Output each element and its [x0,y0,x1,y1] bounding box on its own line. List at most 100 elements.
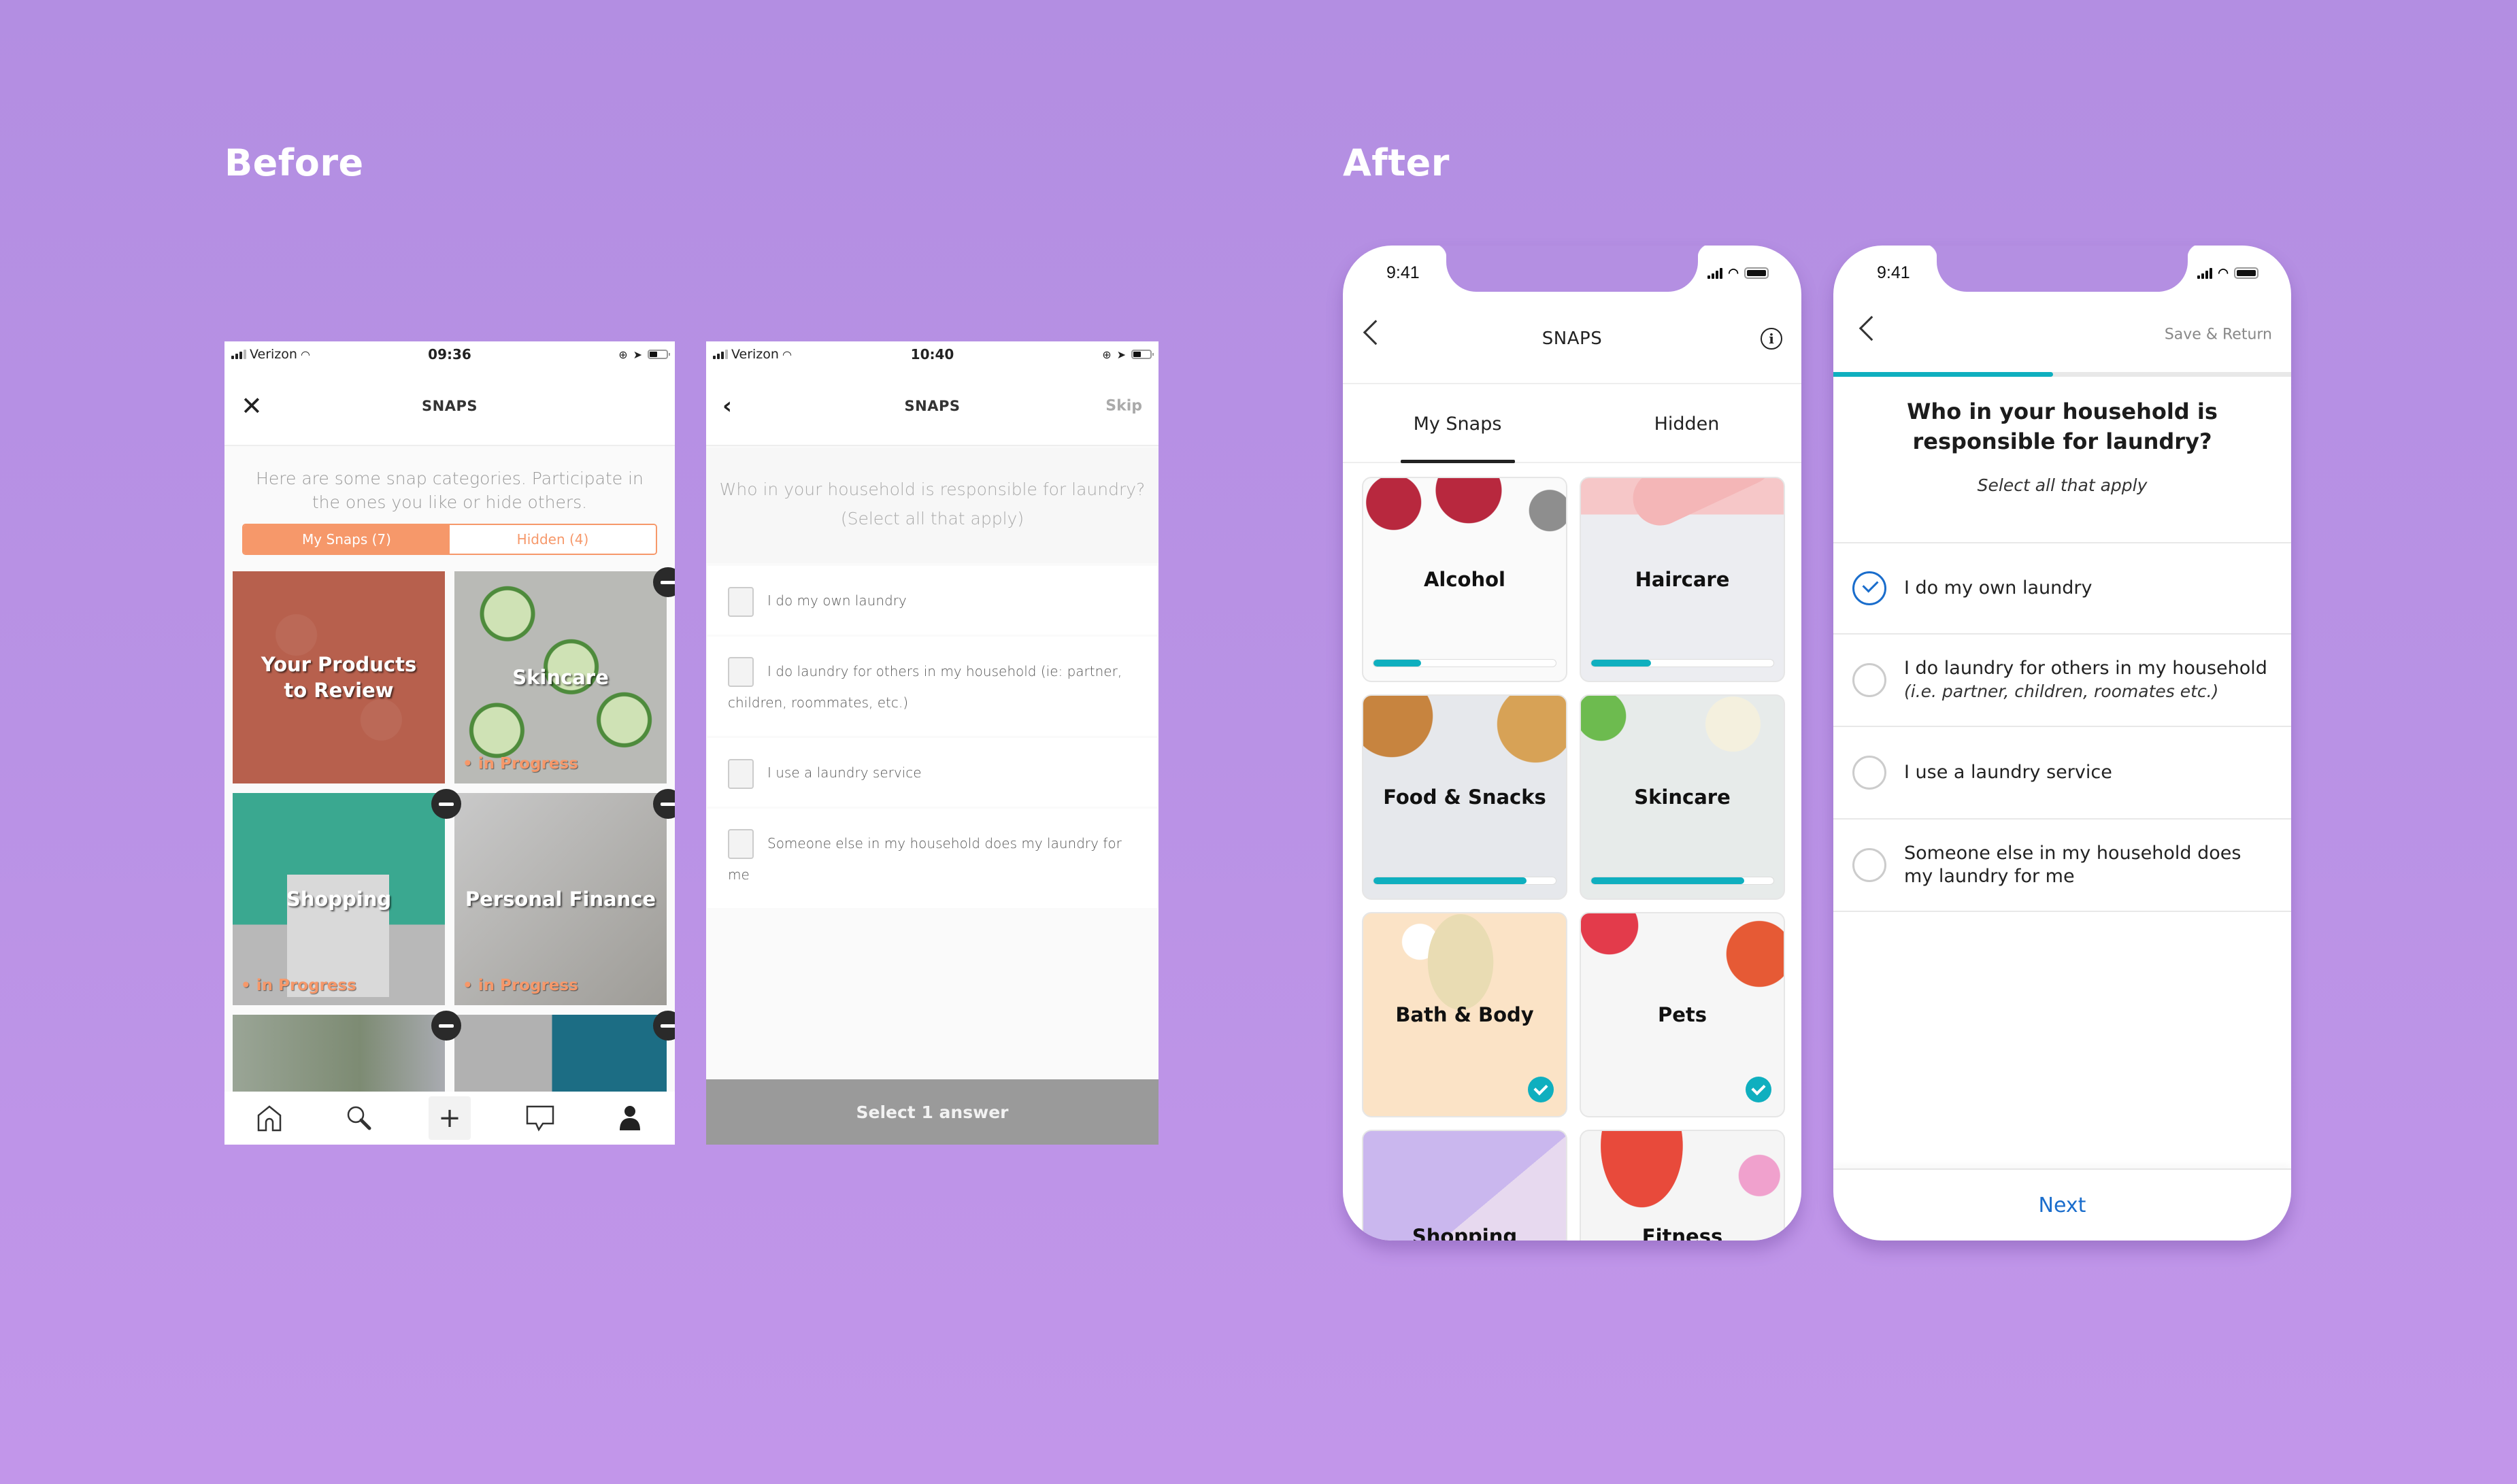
card-fitness[interactable]: Fitness [1580,1130,1785,1241]
nav-bar: ‹ SNAPS Skip [706,367,1159,446]
radio-icon[interactable] [1852,756,1886,790]
checkbox[interactable] [728,586,754,617]
profile-icon[interactable] [610,1098,650,1139]
card-shopping[interactable]: Shopping [1362,1130,1567,1241]
tile-label: Skincare [512,666,609,689]
location-icon: ➤ [1116,348,1126,361]
tile-label: Shopping [286,888,392,911]
option-label: I do my own laundry [767,592,907,609]
option-own-laundry[interactable]: I do my own laundry [1833,543,2291,635]
tile-label: Personal Finance [465,888,656,911]
carrier-label: Verizon [731,347,779,362]
option-label: I do laundry for others in my household … [728,662,1122,711]
signal-icon [2197,267,2213,279]
card-label: Bath & Body [1395,1003,1534,1026]
tile-skincare[interactable]: Skincare • in Progress [454,571,667,783]
after-heading: After [1343,141,1450,184]
checked-radio-icon[interactable] [1852,571,1886,605]
card-alcohol[interactable]: Alcohol [1362,477,1567,682]
tab-hidden[interactable]: Hidden (4) [450,525,656,554]
option-label: Someone else in my household does my lau… [1904,843,2241,887]
tile-shopping[interactable]: Shopping • in Progress [233,793,445,1005]
tile-status: • in Progress [463,755,578,773]
radio-icon[interactable] [1852,848,1886,882]
before-heading: Before [224,141,364,184]
options-list: I do my own laundry I do laundry for oth… [1833,542,2291,912]
tab-my-snaps[interactable]: My Snaps (7) [244,525,450,554]
check-icon [1746,1077,1771,1102]
intro-section: Here are some snap categories. Participa… [224,448,675,570]
option-laundry-for-others[interactable]: I do laundry for others in my household(… [1833,635,2291,727]
back-icon[interactable]: ‹ [722,394,732,418]
card-label: Fitness [1641,1225,1723,1241]
tile-your-products[interactable]: Your Products to Review [233,571,445,783]
plus-icon[interactable]: + [429,1096,471,1140]
save-return-button[interactable]: Save & Return [2165,326,2272,343]
survey-progress-fill [1833,372,2054,377]
back-icon[interactable] [1858,316,1884,341]
wifi-icon: ◠ [2218,266,2229,280]
tile-status: • in Progress [241,977,356,994]
before-snaps-screen: Verizon ◠ 09:36 ⊕ ➤ ✕ SNAPS Here are som… [224,341,675,1145]
battery-icon [648,350,670,359]
before-question-screen: Verizon ◠ 10:40 ⊕ ➤ ‹ SNAPS Skip Who in … [706,341,1159,1145]
after-snaps-screen: 9:41 ◠ SNAPS i My Snaps Hidden Alcohol H… [1343,246,1801,1241]
device-notch [1923,246,2201,292]
card-pets[interactable]: Pets [1580,912,1785,1117]
nav-bar: Save & Return [1833,294,2291,375]
tile-personal-finance[interactable]: Personal Finance • in Progress [454,793,667,1005]
signal-icon [713,350,728,359]
battery-icon [1131,350,1154,359]
checkbox[interactable] [728,657,754,687]
card-bath-body[interactable]: Bath & Body [1362,912,1567,1117]
search-icon[interactable] [339,1098,380,1139]
signal-icon [231,350,246,359]
tile-status: • in Progress [463,977,578,994]
submit-button[interactable]: Select 1 answer [706,1079,1159,1145]
chat-icon[interactable] [520,1098,561,1139]
hide-shopping-button[interactable] [431,789,461,819]
status-time: 9:41 [1877,263,1910,282]
card-food-snacks[interactable]: Food & Snacks [1362,694,1567,900]
wifi-icon: ◠ [782,348,792,361]
battery-icon [2234,267,2258,279]
tile-label: Your Products to Review [261,653,417,702]
checkbox[interactable] [728,829,754,859]
option-someone-else[interactable]: Someone else in my household does my lau… [1833,820,2291,912]
skip-button[interactable]: Skip [1105,398,1142,415]
tab-bar: My Snaps Hidden [1343,386,1801,463]
status-time: 9:41 [1386,263,1420,282]
card-label: Alcohol [1423,568,1505,591]
option-own-laundry[interactable]: I do my own laundry [707,566,1157,635]
status-bar: Verizon ◠ 09:36 ⊕ ➤ [224,341,675,367]
next-button[interactable]: Next [1833,1168,2291,1241]
home-icon[interactable] [249,1098,290,1139]
card-label: Skincare [1634,786,1731,809]
close-icon[interactable]: ✕ [241,393,263,419]
tab-my-snaps[interactable]: My Snaps [1343,386,1572,463]
hide-home-button[interactable] [431,1011,461,1041]
signal-icon [1707,267,1723,279]
question-text: Who in your household is responsible for… [1907,399,2218,454]
option-label: I do my own laundry [1904,577,2093,598]
card-haircare[interactable]: Haircare [1580,477,1785,682]
page-title: SNAPS [422,398,478,414]
carrier-label: Verizon [250,347,297,362]
radio-icon[interactable] [1852,663,1886,697]
checkbox[interactable] [728,758,754,789]
progress-fill [1373,660,1421,667]
back-icon[interactable] [1363,320,1388,345]
rotation-lock-icon: ⊕ [1102,348,1112,361]
card-skincare[interactable]: Skincare [1580,694,1785,900]
tab-hidden[interactable]: Hidden [1572,386,1801,462]
info-icon[interactable]: i [1761,328,1782,350]
option-laundry-service[interactable]: I use a laundry service [1833,727,2291,820]
option-someone-else[interactable]: Someone else in my household does my lau… [707,808,1157,908]
device-notch [1433,246,1712,292]
option-laundry-for-others[interactable]: I do laundry for others in my household … [707,636,1157,736]
card-label: Food & Snacks [1383,786,1546,809]
option-laundry-service[interactable]: I use a laundry service [707,738,1157,807]
wifi-icon: ◠ [300,348,310,361]
status-time: 10:40 [910,346,954,362]
progress-bar [1590,659,1774,667]
